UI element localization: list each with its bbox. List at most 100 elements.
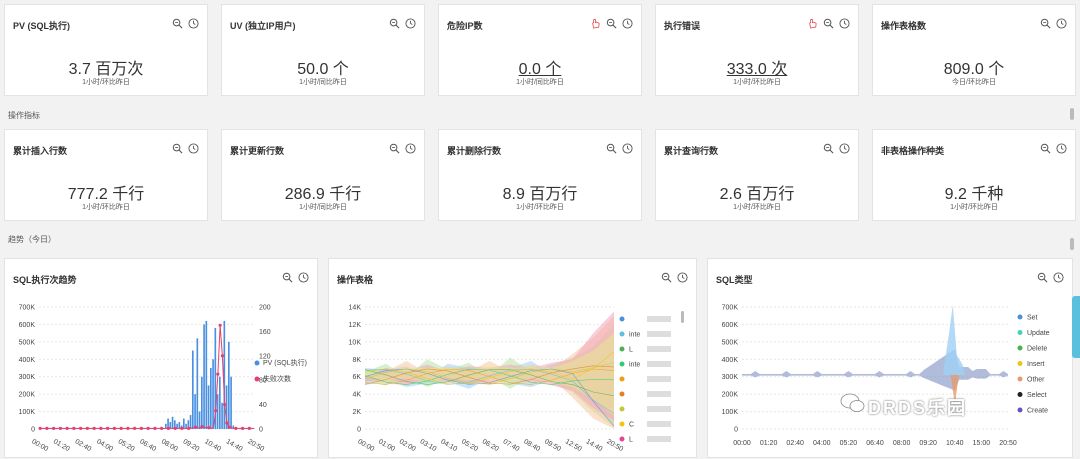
zoom-icon[interactable]: [1040, 18, 1051, 29]
y-tick-label: 400K: [722, 357, 739, 364]
y-tick-label: 700K: [722, 305, 739, 312]
zoom-icon[interactable]: [823, 18, 834, 29]
pv-bar: [228, 341, 230, 429]
error-point: [220, 354, 224, 358]
side-feedback-tab[interactable]: [1072, 296, 1080, 358]
legend-scrollbar[interactable]: [681, 311, 684, 323]
legend-swatch: [1017, 345, 1023, 351]
section-label-trend: 趋势（今日）: [8, 235, 56, 244]
y2-tick-label: 200: [259, 305, 271, 312]
x-tick-label: 00:00: [30, 438, 49, 453]
clock-icon[interactable]: [1056, 18, 1067, 29]
y-tick-label: 600K: [19, 322, 36, 329]
y-tick-label: 2K: [352, 409, 361, 416]
x-tick-label: 02:40: [786, 440, 804, 447]
zoom-icon[interactable]: [172, 18, 183, 29]
x-tick-label: 08:00: [160, 438, 179, 453]
error-point: [52, 426, 56, 430]
x-tick-label: 02:40: [74, 438, 93, 453]
alert-hand-icon[interactable]: [590, 18, 601, 29]
metric-subtitle: 1小时/环比昨日: [516, 204, 564, 211]
zoom-icon[interactable]: [389, 143, 400, 154]
legend-label: L: [629, 437, 633, 444]
legend-label: C: [629, 422, 634, 429]
clock-icon[interactable]: [405, 18, 416, 29]
zoom-icon[interactable]: [606, 143, 617, 154]
metric-value[interactable]: 333.0 次: [656, 55, 858, 79]
y-tick-label: 8K: [352, 357, 361, 364]
legend-label: inte: [629, 362, 640, 369]
clock-icon[interactable]: [839, 18, 850, 29]
error-point: [45, 426, 49, 430]
error-point: [241, 426, 245, 430]
metric-value: 50.0 个: [297, 61, 349, 78]
legend-swatch: [1017, 314, 1023, 320]
metric-actions: [1040, 18, 1067, 29]
metric-card: 累计插入行数 777.2 千行 1小时/环比昨日: [4, 129, 208, 221]
clock-icon[interactable]: [188, 18, 199, 29]
metric-value: 777.2 千行: [67, 186, 145, 203]
pv-bar: [203, 324, 205, 429]
pv-bar: [216, 394, 219, 429]
clock-icon[interactable]: [839, 143, 850, 154]
pv-bar: [205, 320, 208, 429]
error-point: [58, 426, 62, 430]
metric-card: 累计查询行数 2.6 百万行 1小时/环比昨日: [655, 129, 859, 221]
clock-icon[interactable]: [405, 143, 416, 154]
error-point: [187, 426, 191, 430]
metric-actions: [590, 18, 633, 29]
spike-area: [942, 305, 965, 375]
metric-title: 累计查询行数: [664, 146, 719, 156]
clock-icon[interactable]: [622, 143, 633, 154]
metric-title: 非表格操作种类: [881, 146, 945, 156]
clock-icon[interactable]: [188, 143, 199, 154]
pv-bar: [194, 394, 196, 429]
x-tick-label: 20:50: [246, 438, 265, 453]
legend-redacted: [647, 331, 671, 337]
legend-label: Delete: [1027, 346, 1047, 353]
legend-redacted: [647, 376, 671, 382]
zoom-icon[interactable]: [172, 143, 183, 154]
legend-label: Select: [1027, 392, 1047, 399]
legend-redacted: [647, 391, 671, 397]
clock-icon[interactable]: [1056, 143, 1067, 154]
zoom-icon[interactable]: [606, 18, 617, 29]
metric-value: 2.6 百万行: [719, 186, 795, 203]
metric-card: 非表格操作种类 9.2 千种 1小时/环比昨日: [872, 129, 1076, 221]
x-tick-label: 06:40: [866, 440, 884, 447]
legend-swatch: [254, 376, 260, 382]
chart-card-ops-table: 操作表格 0 2K 4K 6K 8K 10K 12K 14K 00:00 01:00 02:00 03…: [328, 258, 697, 458]
zoom-icon[interactable]: [1040, 143, 1051, 154]
error-point: [225, 421, 229, 425]
metric-title: 累计删除行数: [447, 146, 502, 156]
legend-label: inte: [629, 332, 640, 339]
metric-card: PV (SQL执行) 3.7 百万次 1小时/环比昨日: [4, 4, 208, 96]
area-band: [365, 333, 614, 416]
legend-swatch: [1017, 330, 1023, 335]
x-tick-label: 00:00: [733, 440, 751, 447]
error-point: [207, 426, 211, 430]
y-tick-label: 200K: [19, 392, 36, 399]
legend-swatch: [619, 391, 625, 397]
y-tick-label: 14K: [349, 305, 362, 312]
y-tick-label: 100K: [722, 409, 739, 416]
metric-subtitle: 今日/环比昨日: [952, 79, 996, 86]
y-tick-label: 4K: [352, 392, 361, 399]
legend-redacted: [647, 361, 671, 367]
error-point: [65, 426, 69, 430]
zoom-icon[interactable]: [389, 18, 400, 29]
error-point: [193, 425, 197, 429]
error-point: [38, 426, 42, 430]
legend-label: 失败次数: [263, 374, 291, 383]
y-tick-label: 100K: [19, 409, 36, 416]
alert-hand-icon[interactable]: [807, 18, 818, 29]
error-point: [200, 424, 204, 429]
scrollbar-thumb[interactable]: [1070, 108, 1074, 120]
legend-label: Insert: [1027, 361, 1045, 368]
metric-value[interactable]: 0.0 个: [439, 55, 641, 79]
metric-title: PV (SQL执行): [13, 21, 71, 31]
scrollbar-thumb-2[interactable]: [1070, 238, 1074, 250]
metric-card: 操作表格数 809.0 个今日/环比昨日: [872, 4, 1076, 96]
clock-icon[interactable]: [622, 18, 633, 29]
zoom-icon[interactable]: [823, 143, 834, 154]
